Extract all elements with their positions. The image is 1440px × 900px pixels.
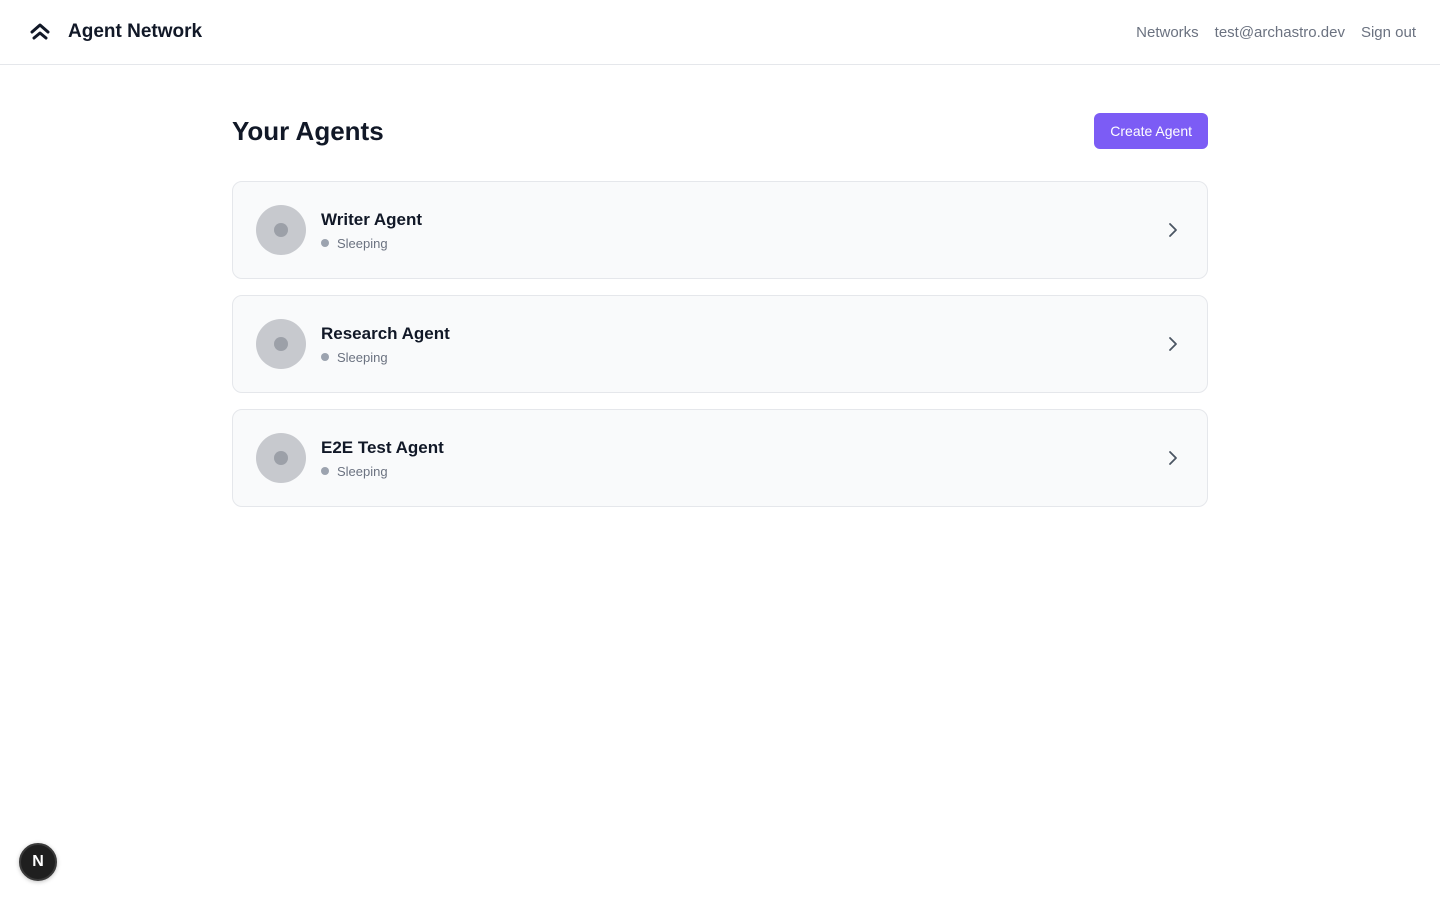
agent-avatar bbox=[256, 433, 306, 483]
chevron-right-icon bbox=[1169, 337, 1177, 351]
main-content: Your Agents Create Agent Writer Agent Sl… bbox=[232, 113, 1208, 507]
status-text: Sleeping bbox=[337, 235, 388, 251]
page-header: Your Agents Create Agent bbox=[232, 113, 1208, 149]
page-title: Your Agents bbox=[232, 115, 384, 146]
networks-link[interactable]: Networks bbox=[1136, 24, 1199, 41]
brand-link[interactable]: Agent Network bbox=[28, 20, 202, 44]
agent-status: Sleeping bbox=[321, 464, 444, 479]
agent-status: Sleeping bbox=[321, 236, 422, 251]
header-nav: Networks test@archastro.dev Sign out bbox=[1136, 24, 1416, 41]
double-chevron-up-icon bbox=[30, 23, 50, 40]
chevron-right-icon bbox=[1169, 223, 1177, 237]
agent-name: E2E Test Agent bbox=[321, 437, 444, 457]
agent-card-research[interactable]: Research Agent Sleeping bbox=[232, 295, 1208, 393]
app-title: Agent Network bbox=[68, 21, 203, 42]
agent-avatar bbox=[256, 319, 306, 369]
top-navbar: Agent Network Networks test@archastro.de… bbox=[0, 0, 1440, 65]
agent-info: E2E Test Agent Sleeping bbox=[321, 438, 444, 479]
status-dot-icon bbox=[321, 467, 329, 475]
sign-out-link[interactable]: Sign out bbox=[1361, 24, 1416, 41]
agent-info: Writer Agent Sleeping bbox=[321, 210, 422, 251]
create-agent-button[interactable]: Create Agent bbox=[1094, 113, 1208, 149]
agent-info: Research Agent Sleeping bbox=[321, 324, 450, 365]
status-dot-icon bbox=[321, 239, 329, 247]
agent-card-writer[interactable]: Writer Agent Sleeping bbox=[232, 181, 1208, 279]
agent-name: Writer Agent bbox=[321, 209, 423, 229]
status-text: Sleeping bbox=[337, 463, 388, 479]
agent-card-e2e-test[interactable]: E2E Test Agent Sleeping bbox=[232, 409, 1208, 507]
user-email-link[interactable]: test@archastro.dev bbox=[1215, 24, 1345, 41]
agent-avatar bbox=[256, 205, 306, 255]
agent-name: Research Agent bbox=[321, 323, 450, 343]
status-dot-icon bbox=[321, 353, 329, 361]
avatar-placeholder-icon bbox=[274, 451, 288, 465]
avatar-placeholder-icon bbox=[274, 223, 288, 237]
agent-status: Sleeping bbox=[321, 350, 450, 365]
chevron-right-icon bbox=[1169, 451, 1177, 465]
avatar-placeholder-icon bbox=[274, 337, 288, 351]
status-text: Sleeping bbox=[337, 349, 388, 365]
nextjs-dev-badge[interactable]: N bbox=[19, 843, 57, 881]
agent-list: Writer Agent Sleeping Research Agent Sle… bbox=[232, 181, 1208, 507]
nextjs-icon: N bbox=[32, 853, 44, 870]
